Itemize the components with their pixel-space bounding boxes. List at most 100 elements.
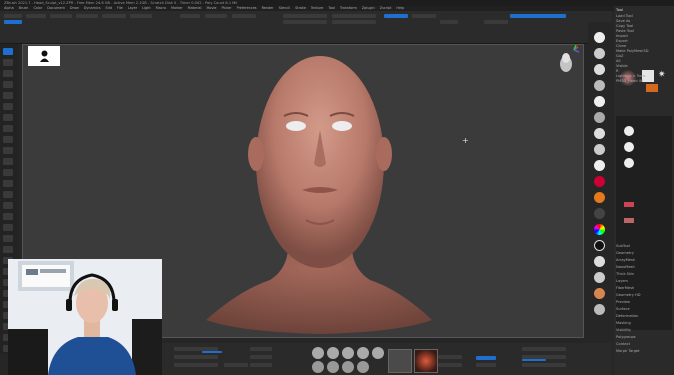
tool-menu-item[interactable]: Lightbox > Tools [616,74,670,78]
tool-menu-item[interactable]: Clone [616,44,670,48]
lazy-mouse-button[interactable] [440,20,458,24]
tool-menu-item[interactable]: Masking [616,321,670,325]
material-9[interactable] [594,304,605,315]
left-tool-14[interactable] [3,191,13,198]
draw-size-bottom-slider[interactable] [174,355,218,359]
tool-menu-item[interactable]: FiberMesh [616,286,670,290]
left-tool-18[interactable] [3,235,13,242]
left-tool-2[interactable] [3,59,13,66]
tool-menu-item[interactable]: Polygroups [616,335,670,339]
left-tool-6[interactable] [3,103,13,110]
zsub-bottom-button[interactable] [476,363,496,367]
rgb-intensity-slider[interactable] [332,14,376,18]
stroke-type-button[interactable] [438,355,462,359]
brush-pinch-icon[interactable] [327,361,339,373]
tool-menu-item[interactable]: Geometry [616,251,670,255]
left-tool-15[interactable] [3,202,13,209]
material-8[interactable] [594,272,605,283]
z-intensity-bottom-slider[interactable] [522,363,566,367]
texture-thumbnail[interactable] [414,349,438,373]
left-tool-11[interactable] [3,158,13,165]
brush-size-bottom-slider[interactable] [522,347,566,351]
alpha-thumbnail[interactable] [388,349,412,373]
tool-menu-item[interactable]: Visible [616,64,670,68]
intensity-bottom-slider[interactable] [174,363,218,367]
tool-menu-item[interactable]: Layers [616,279,670,283]
left-tool-7[interactable] [3,114,13,121]
backface-mask-button[interactable] [412,14,436,18]
left-tool-16[interactable] [3,213,13,220]
brush-standard-icon[interactable] [312,347,324,359]
material-mid[interactable] [594,80,605,91]
lazy-step-slider[interactable] [224,363,248,367]
left-tool-1[interactable] [3,48,13,55]
tool-menu-item[interactable]: R [616,69,670,73]
tool-menu-item[interactable]: Geometry HD [616,293,670,297]
color-black[interactable] [594,240,605,251]
z-intensity-slider[interactable] [332,20,376,24]
left-tool-10[interactable] [3,147,13,154]
tool-menu-item[interactable]: Import [616,34,670,38]
tool-menu-item[interactable]: Contact [616,342,670,346]
tool-menu-item[interactable]: Paste Tool [616,29,670,33]
material-6[interactable] [594,208,605,219]
subtool-teeth[interactable] [624,202,634,207]
draw-size-slider[interactable] [283,20,327,24]
material-white[interactable] [594,32,605,43]
color-picker-icon[interactable] [594,224,605,235]
left-tool-9[interactable] [3,136,13,143]
tool-menu-item[interactable]: Load Tool [616,14,670,18]
focal-shift-slider[interactable] [283,14,327,18]
left-tool-12[interactable] [3,169,13,176]
subtool-sphere-3[interactable] [624,158,634,168]
rotate-button[interactable] [76,14,98,18]
material-white-2[interactable] [594,96,605,107]
material-7[interactable] [594,256,605,267]
left-tool-4[interactable] [3,81,13,88]
perspective-button[interactable] [250,347,272,351]
tool-menu-item[interactable]: Export [616,39,670,43]
edit-button[interactable] [4,14,22,18]
left-tool-8[interactable] [3,125,13,132]
tool-menu-item[interactable]: Save As [616,19,670,23]
brush-dam-icon[interactable] [357,347,369,359]
subtool-sphere-2[interactable] [624,142,634,152]
tool-menu-item[interactable]: Make PolyMesh3D [616,49,670,53]
floor-button[interactable] [250,355,272,359]
subtool-sphere-1[interactable] [624,126,634,136]
subtool-tongue[interactable] [624,218,634,223]
stroke-options-button[interactable] [438,363,462,367]
tool-menu-item[interactable]: Copy Tool [616,24,670,28]
material-3[interactable] [594,128,605,139]
draw-button[interactable] [4,20,22,24]
material-5[interactable] [594,160,605,171]
brush-smooth-icon[interactable] [312,361,324,373]
material-dark[interactable] [594,112,605,123]
rgb-button[interactable] [130,14,152,18]
tool-menu-item[interactable]: PM3D_Head 48 [616,79,670,83]
scale-button[interactable] [50,14,72,18]
tool-menu-item[interactable]: Morph Target [616,349,670,353]
zadd-bottom-button[interactable] [476,356,496,360]
tool-menu-item[interactable]: All [616,59,670,63]
left-tool-17[interactable] [3,224,13,231]
zadd-button[interactable] [180,14,200,18]
left-tool-3[interactable] [3,70,13,77]
material-4[interactable] [594,144,605,155]
tool-menu-item[interactable]: Visibility [616,328,670,332]
brush-trim-icon[interactable] [342,361,354,373]
material-light[interactable] [594,64,605,75]
brush-clay-icon[interactable] [342,347,354,359]
material-gray[interactable] [594,48,605,59]
brush-inflate-icon[interactable] [372,347,384,359]
tool-menu-item[interactable]: ArrayMesh [616,258,670,262]
tool-menu-item[interactable]: Preview [616,300,670,304]
zsub-button[interactable] [205,14,227,18]
material-orange[interactable] [594,192,605,203]
material-skin[interactable] [594,288,605,299]
move-button[interactable] [26,14,46,18]
brush-flatten-icon[interactable] [357,361,369,373]
tool-menu-item[interactable]: SubTool [616,244,670,248]
tool-menu-item[interactable]: Thick Skin [616,272,670,276]
material-red[interactable] [594,176,605,187]
